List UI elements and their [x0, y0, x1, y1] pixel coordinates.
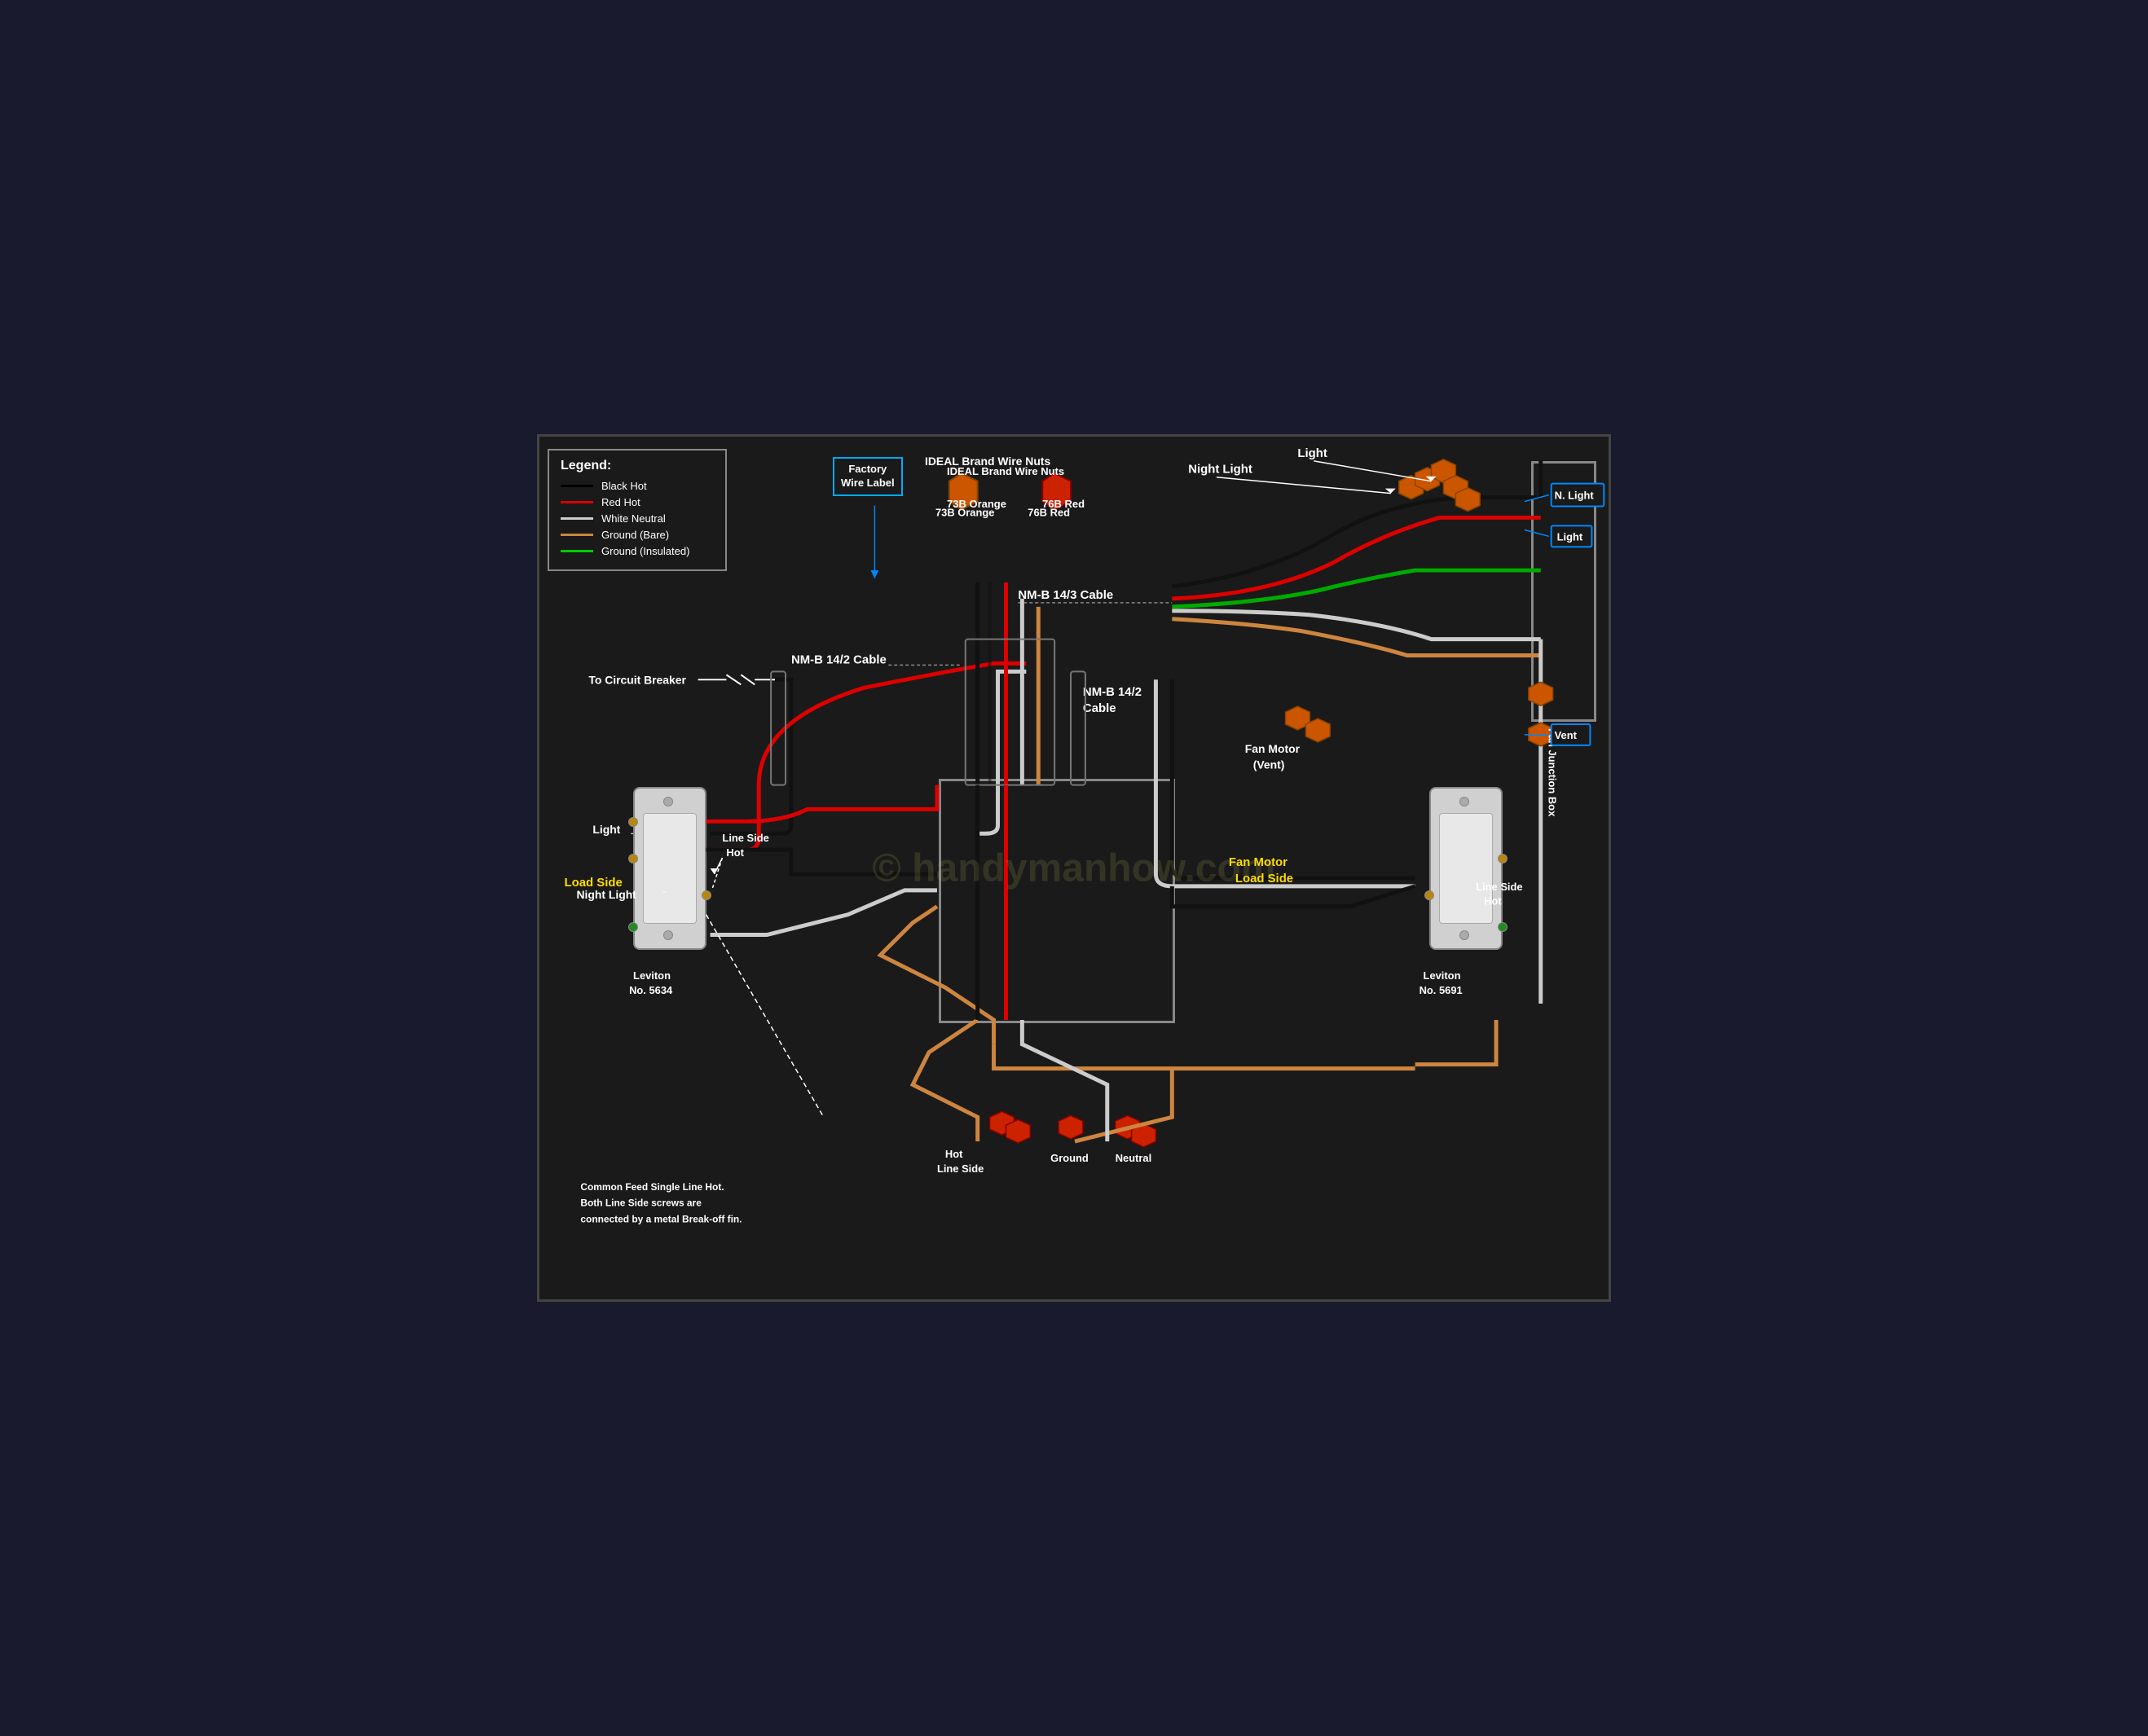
- svg-text:Hot: Hot: [1484, 895, 1502, 908]
- svg-text:No. 5691: No. 5691: [1420, 984, 1463, 996]
- svg-text:Ground: Ground: [1050, 1152, 1089, 1164]
- svg-text:Both Line Side screws are: Both Line Side screws are: [580, 1198, 702, 1209]
- nm142-right-label: NM-B 14/2: [1083, 686, 1142, 699]
- svg-text:N. Light: N. Light: [1555, 490, 1595, 502]
- svg-text:Light: Light: [592, 823, 620, 836]
- circuit-breaker-label: To Circuit Breaker: [588, 673, 686, 686]
- svg-text:Night Light: Night Light: [1188, 464, 1252, 477]
- svg-text:Vent: Vent: [1555, 729, 1578, 741]
- svg-text:Line Side: Line Side: [937, 1162, 984, 1175]
- ideal-brand-label: IDEAL Brand Wire Nuts: [947, 465, 1064, 477]
- svg-text:Line Side: Line Side: [1476, 881, 1522, 893]
- svg-text:Light: Light: [1297, 447, 1327, 460]
- svg-text:Neutral: Neutral: [1116, 1152, 1151, 1164]
- svg-text:Fan Motor: Fan Motor: [1229, 856, 1287, 869]
- wiring-svg: NM-B 14/3 Cable NM-B 14/2 Cable NM-B 14/…: [539, 437, 1609, 1299]
- svg-text:Line Side: Line Side: [722, 832, 768, 844]
- svg-text:Leviton: Leviton: [633, 969, 671, 982]
- 73b-orange-label: 73B Orange: [947, 498, 1006, 510]
- nm142-right-label2: Cable: [1083, 702, 1116, 715]
- diagram-container: © handymanhow.com Legend: Black Hot Red …: [537, 434, 1611, 1302]
- svg-text:No. 5634: No. 5634: [629, 984, 673, 996]
- svg-text:Night Light: Night Light: [576, 888, 636, 901]
- svg-text:Load Side: Load Side: [1235, 872, 1293, 886]
- svg-text:Leviton: Leviton: [1424, 969, 1461, 982]
- svg-text:Hot: Hot: [726, 846, 744, 859]
- svg-text:Light: Light: [1557, 530, 1583, 543]
- nm142-top-label: NM-B 14/2 Cable: [791, 653, 887, 666]
- svg-text:Common Feed Single Line Hot.: Common Feed Single Line Hot.: [580, 1181, 724, 1193]
- svg-text:(Vent): (Vent): [1253, 758, 1285, 771]
- svg-text:connected by a metal Break-off: connected by a metal Break-off fin.: [580, 1214, 742, 1225]
- 76b-red-label: 76B Red: [1042, 498, 1085, 510]
- svg-text:Fan Motor: Fan Motor: [1245, 742, 1301, 755]
- nm143-label: NM-B 14/3 Cable: [1018, 589, 1113, 602]
- svg-text:Hot: Hot: [945, 1148, 963, 1160]
